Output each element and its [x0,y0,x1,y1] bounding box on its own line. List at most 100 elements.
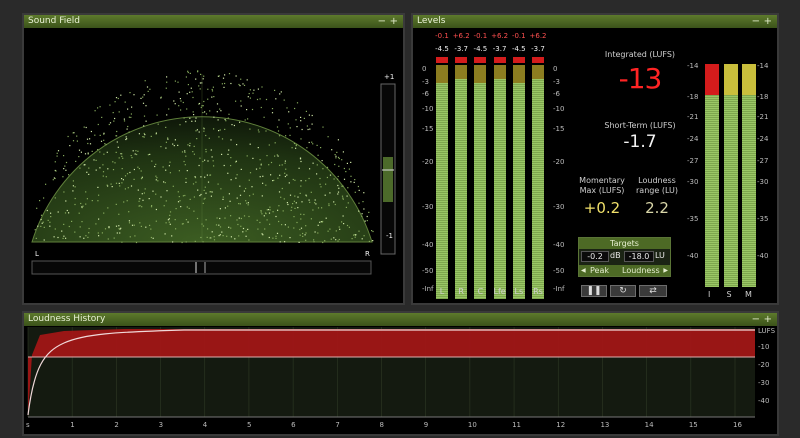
channel-meter [532,65,544,299]
sound-field-particle [286,107,288,109]
sound-field-particle [225,120,227,122]
sound-field-particle [222,77,225,79]
channel-label: R [458,287,464,296]
sound-field-particle [121,155,123,157]
sound-field-particle [67,135,69,138]
sound-field-particle [162,166,164,168]
sound-field-particle [328,204,330,207]
reset-button[interactable]: ↻ [610,285,636,297]
sound-field-particle [279,241,281,243]
sound-field-particle [189,142,191,144]
sound-field-particle [133,224,135,226]
sound-field-particle [277,155,279,157]
sound-field-particle [144,80,146,82]
sound-field-particle [204,176,206,178]
sound-field-particle [142,199,144,201]
sound-field-particle [40,214,43,216]
target-loudness-field[interactable]: -18.0 [624,251,654,262]
sound-field-particle [168,221,170,223]
sound-field-particle [204,186,206,188]
sound-field-particle [322,168,324,170]
sound-field-particle [115,151,117,153]
minimize-icon[interactable]: − [752,313,760,326]
ism-scale-tick-right: -40 [757,252,769,260]
sound-field-particle [193,196,195,198]
sound-field-particle [103,212,105,214]
sound-field-particle [305,194,307,196]
minimize-icon[interactable]: − [378,15,386,28]
peak-selector[interactable]: Peak [590,265,609,276]
momentary-label: Momentary Max (LUFS) [579,176,625,195]
sound-field-particle [185,177,187,180]
sound-field-particle [88,173,90,175]
sound-field-particle [265,212,267,214]
sound-field-particle [129,171,131,174]
sound-field-particle [202,112,204,114]
sound-field-particle [240,225,242,227]
sound-field-particle [333,237,335,239]
sound-field-particle [174,219,176,221]
sound-field-particle [128,222,131,224]
sound-field-particle [61,230,63,232]
target-peak-field[interactable]: -0.2 [581,251,609,262]
sound-field-particle [94,110,96,112]
sound-field-particle [116,141,118,143]
sound-field-particle [182,195,184,197]
sound-field-particle [197,70,199,72]
sound-field-particle [249,172,252,174]
sound-field-particle [99,151,101,153]
sound-field-particle [343,167,345,170]
sound-field-particle [103,139,105,141]
sound-field-particle [329,192,331,194]
sound-field-particle [259,167,261,169]
loop-button[interactable]: ⇄ [639,285,667,297]
sound-field-particle [236,219,238,221]
sound-field-particle [54,161,56,163]
sound-field-particle [341,195,344,197]
sound-field-particle [221,153,223,155]
sound-field-particle [200,176,202,178]
loudness-right-arrow-icon[interactable]: ▶ [663,265,668,276]
sound-field-particle [200,193,202,196]
sound-field-particle [260,211,262,213]
sound-field-particle [169,161,171,163]
sound-field-particle [213,165,215,167]
sound-field-particle [220,188,222,190]
sound-field-particle [351,238,353,240]
sound-field-particle [297,207,299,209]
sound-field-particle [337,193,339,195]
channel-clip-indicator [455,57,468,63]
sound-field-particle [52,179,54,181]
sound-field-particle [267,209,270,211]
sound-field-particle [128,131,130,133]
sound-field-particle [303,213,305,216]
sound-field-particle [68,174,70,176]
maximize-icon[interactable]: + [764,313,772,326]
sound-field-particle [305,232,307,234]
channel-meter [436,65,448,299]
sound-field-particle [152,190,154,192]
sound-field-particle [292,203,294,205]
sound-field-particle [242,231,244,233]
sound-field-particle [230,82,232,85]
maximize-icon[interactable]: + [390,15,398,28]
sound-field-particle [343,223,345,225]
sound-field-particle [300,180,302,182]
sound-field-particle [193,114,195,116]
sound-field-scale-bottom: -1 [386,232,393,240]
pause-button[interactable]: ❚❚ [581,285,607,297]
sound-field-particle [91,150,93,152]
ism-scale-tick-right: -30 [757,178,769,186]
sound-field-particle [195,78,197,80]
sound-field-particle [78,149,81,151]
channel-clip-indicator [493,57,506,63]
loudness-selector[interactable]: Loudness [622,265,660,276]
sound-field-particle [227,117,229,119]
sound-field-particle [259,221,261,224]
channel-rms-readout: -3.7 [454,45,469,53]
channel-meter [455,65,468,299]
sound-field-particle [279,174,281,176]
peak-left-arrow-icon[interactable]: ◀ [581,265,586,276]
history-x-tick: 3 [158,421,164,429]
sound-field-particle [305,225,307,227]
